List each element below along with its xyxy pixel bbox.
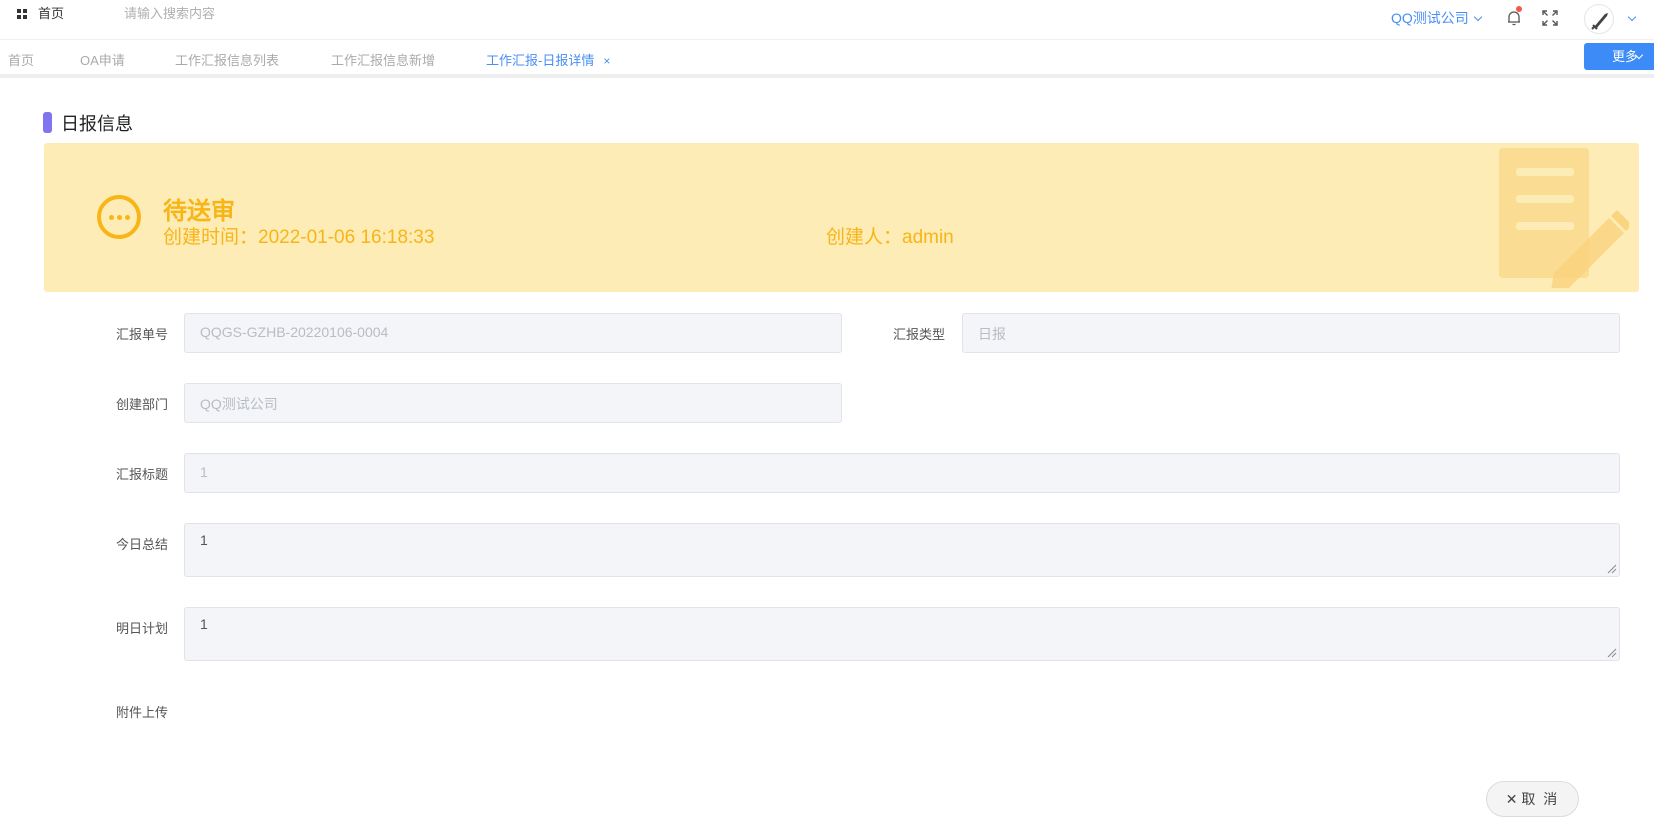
section-marker bbox=[43, 112, 52, 133]
tab-home[interactable]: 首页 bbox=[8, 50, 34, 69]
tabs-bar: 首页 OA申请 工作汇报信息列表 工作汇报信息新增 工作汇报-日报详情 × 更多 bbox=[0, 40, 1654, 78]
close-tab-icon[interactable]: × bbox=[603, 54, 610, 68]
section-title: 日报信息 bbox=[61, 114, 133, 134]
company-name: QQ测试公司 bbox=[1391, 10, 1469, 26]
user-avatar[interactable] bbox=[1584, 4, 1614, 34]
title-field[interactable]: 1 bbox=[184, 453, 1620, 493]
more-button[interactable]: 更多 bbox=[1584, 43, 1654, 70]
summary-label: 今日总结 bbox=[116, 537, 169, 552]
plan-textarea[interactable]: 1 bbox=[184, 607, 1620, 661]
cancel-label: 取 消 bbox=[1521, 791, 1560, 807]
created-time: 创建时间：2022-01-06 16:18:33 bbox=[163, 227, 435, 248]
tab-report-add[interactable]: 工作汇报信息新增 bbox=[331, 50, 435, 69]
report-type-label: 汇报类型 bbox=[893, 327, 946, 342]
tab-oa-apply[interactable]: OA申请 bbox=[80, 50, 125, 69]
cancel-button[interactable]: ✕ 取 消 bbox=[1486, 781, 1579, 817]
status-text: 待送审 bbox=[163, 198, 235, 225]
fullscreen-icon[interactable] bbox=[1542, 10, 1558, 26]
user-menu-chevron-icon[interactable] bbox=[1627, 12, 1637, 22]
report-no-field[interactable]: QQGS-GZHB-20220106-0004 bbox=[184, 313, 842, 353]
document-edit-icon bbox=[1499, 148, 1632, 290]
plan-label: 明日计划 bbox=[116, 621, 169, 636]
apps-grid-icon[interactable] bbox=[17, 9, 27, 19]
notification-bell-icon[interactable] bbox=[1505, 6, 1523, 27]
pending-status-icon bbox=[97, 195, 141, 239]
more-label: 更多 bbox=[1612, 49, 1639, 64]
title-label: 汇报标题 bbox=[116, 467, 169, 482]
close-icon: ✕ bbox=[1505, 791, 1518, 807]
summary-textarea[interactable]: 1 bbox=[184, 523, 1620, 577]
top-header: 首页 QQ测试公司 bbox=[0, 0, 1654, 40]
dept-label: 创建部门 bbox=[116, 397, 169, 412]
dept-field[interactable]: QQ测试公司 bbox=[184, 383, 842, 423]
plan-value: 1 bbox=[200, 616, 208, 632]
tab-daily-report-detail[interactable]: 工作汇报-日报详情 × bbox=[486, 50, 610, 69]
tab-report-list[interactable]: 工作汇报信息列表 bbox=[175, 50, 279, 69]
creator: 创建人：admin bbox=[826, 227, 954, 248]
resize-grip-icon[interactable] bbox=[1607, 564, 1617, 574]
company-select[interactable]: QQ测试公司 bbox=[1391, 8, 1483, 28]
report-type-field[interactable]: 日报 bbox=[962, 313, 1620, 353]
chevron-down-icon bbox=[1473, 12, 1483, 22]
attachment-label: 附件上传 bbox=[116, 705, 169, 720]
summary-value: 1 bbox=[200, 532, 208, 548]
home-link[interactable]: 首页 bbox=[38, 3, 64, 22]
notification-dot bbox=[1516, 6, 1522, 12]
report-no-label: 汇报单号 bbox=[116, 327, 169, 342]
tab-label: 工作汇报-日报详情 bbox=[486, 53, 595, 68]
status-banner: 待送审 创建时间：2022-01-06 16:18:33 创建人：admin bbox=[44, 143, 1639, 292]
search-input[interactable] bbox=[124, 2, 344, 24]
resize-grip-icon[interactable] bbox=[1607, 648, 1617, 658]
